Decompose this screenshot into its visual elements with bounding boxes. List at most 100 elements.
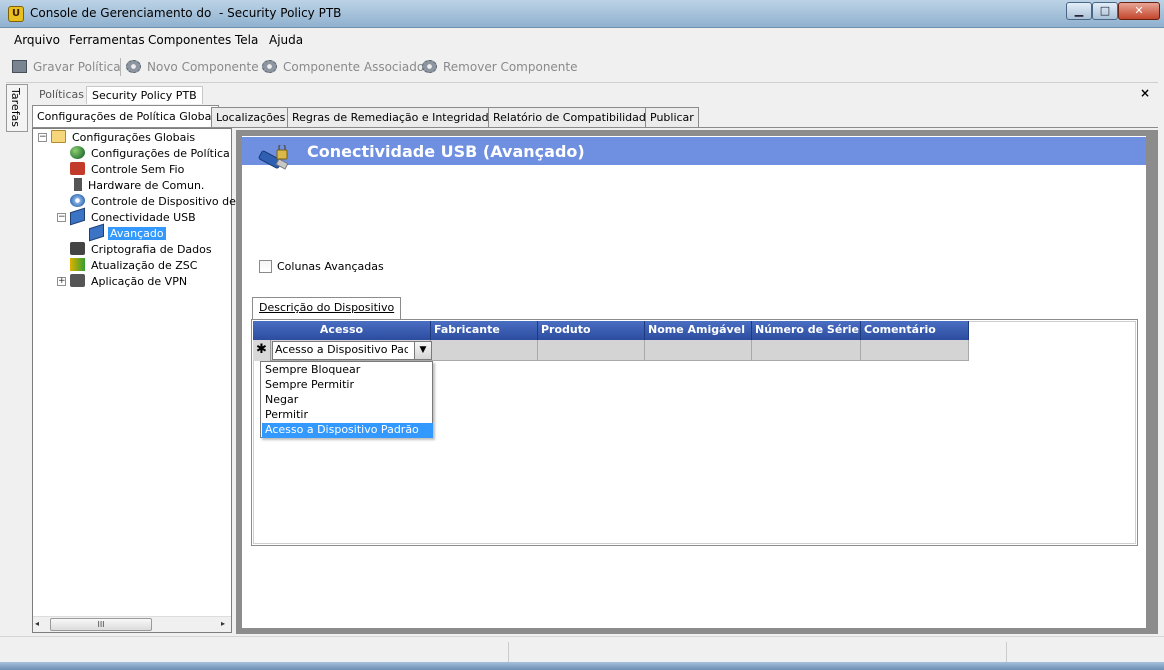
column-header-comment[interactable]: Comentário xyxy=(861,321,969,340)
column-header-product[interactable]: Produto xyxy=(538,321,645,340)
save-policy-button[interactable]: Gravar Política xyxy=(12,60,121,74)
close-document-button[interactable]: × xyxy=(1140,86,1150,100)
tree-item-vpn-enforcement[interactable]: Aplicação de VPN xyxy=(70,274,189,289)
new-row-marker-icon: ✱ xyxy=(253,340,271,361)
menu-bar: Arquivo Ferramentas Componentes Tela Aju… xyxy=(6,29,1158,51)
column-header-friendly-name[interactable]: Nome Amigável xyxy=(645,321,752,340)
toolbar-separator xyxy=(120,58,121,76)
associated-component-label: Componente Associado xyxy=(283,60,425,74)
tree-item-usb-connectivity[interactable]: Conectividade USB xyxy=(70,207,198,226)
scroll-right-arrow-icon[interactable]: ▸ xyxy=(221,619,225,628)
tree-item-label: Hardware de Comun. xyxy=(88,179,205,192)
collapse-toggle[interactable]: − xyxy=(38,133,47,142)
window-title: Console de Gerenciamento do - Security P… xyxy=(30,6,342,20)
doc-tab-policies[interactable]: Políticas xyxy=(34,86,89,104)
tree-item-comm-hardware[interactable]: Hardware de Comun. xyxy=(70,178,206,193)
toolbar: Gravar Política Novo Componente Componen… xyxy=(6,54,578,80)
tab-locations[interactable]: Localizações xyxy=(211,107,291,128)
cell-friendly-name[interactable] xyxy=(645,340,752,361)
tab-device-description[interactable]: Descrição do Dispositivo xyxy=(252,297,402,320)
tree-item-label: Controle Sem Fio xyxy=(91,163,185,176)
tab-device-description-label: Descrição do Dispositivo xyxy=(259,301,395,314)
menu-arquivo[interactable]: Arquivo xyxy=(14,33,60,47)
hardware-icon xyxy=(74,178,82,191)
menu-componentes[interactable]: Componentes xyxy=(148,33,231,47)
chevron-down-icon[interactable]: ▼ xyxy=(414,341,432,360)
gear-icon xyxy=(262,60,277,73)
folder-icon xyxy=(51,130,66,143)
window-bottom-border xyxy=(0,662,1164,670)
tree-item-label: Atualização de ZSC xyxy=(91,259,198,272)
option-deny[interactable]: Negar xyxy=(262,393,433,408)
tree-item-label-selected: Avançado xyxy=(108,227,166,240)
minimize-button[interactable]: ▁ xyxy=(1066,2,1092,20)
grid-header-row: Acesso Fabricante Produto Nome Amigável … xyxy=(253,321,969,340)
tab-remediation-rules[interactable]: Regras de Remediação e Integridade xyxy=(287,107,501,128)
app-icon: U xyxy=(8,6,24,22)
wireless-icon xyxy=(70,162,85,175)
option-always-allow[interactable]: Sempre Permitir xyxy=(262,378,433,393)
column-header-serial-number[interactable]: Número de Série xyxy=(752,321,861,340)
tree-item-label: Configurações de Política xyxy=(91,147,230,160)
scroll-left-arrow-icon[interactable]: ◂ xyxy=(35,619,39,628)
cell-product[interactable] xyxy=(538,340,645,361)
column-header-manufacturer[interactable]: Fabricante xyxy=(431,321,538,340)
menu-ferramentas[interactable]: Ferramentas xyxy=(69,33,145,47)
cell-serial-number[interactable] xyxy=(752,340,861,361)
update-icon xyxy=(70,258,85,271)
tab-global-policy-settings[interactable]: Configurações de Política Global xyxy=(32,105,220,128)
gear-icon xyxy=(126,60,141,73)
tree-root-label: Configurações Globais xyxy=(72,131,196,144)
associated-component-button[interactable]: Componente Associado xyxy=(262,60,424,74)
tree-item-advanced[interactable]: Avançado xyxy=(89,223,166,242)
advanced-columns-label: Colunas Avançadas xyxy=(277,260,384,273)
doc-tab-security-policy[interactable]: Security Policy PTB xyxy=(86,86,203,104)
cell-comment[interactable] xyxy=(861,340,969,361)
tree-item-label: Criptografia de Dados xyxy=(91,243,212,256)
maximize-button[interactable]: □ xyxy=(1092,2,1118,20)
scrollbar-thumb[interactable]: III xyxy=(50,618,152,631)
gear-icon xyxy=(422,60,437,73)
expand-toggle[interactable]: + xyxy=(57,277,66,286)
tree-item-label: Conectividade USB xyxy=(91,211,196,224)
tree-item-wireless-control[interactable]: Controle Sem Fio xyxy=(70,162,186,177)
tree-item-label: Controle de Dispositivo de xyxy=(91,195,236,208)
save-icon xyxy=(12,60,27,73)
section-title: Conectividade USB (Avançado) xyxy=(307,142,585,161)
menu-tela[interactable]: Tela xyxy=(235,33,258,47)
access-dropdown-list: Sempre Bloquear Sempre Permitir Negar Pe… xyxy=(260,361,433,438)
usb-lock-icon xyxy=(258,145,289,170)
save-policy-label: Gravar Política xyxy=(33,60,121,74)
access-combobox-value: Acesso a Dispositivo Padr xyxy=(275,343,408,356)
advanced-columns-checkbox[interactable] xyxy=(259,260,272,273)
tree-item-label: Aplicação de VPN xyxy=(91,275,188,288)
toolbar-divider xyxy=(6,82,1158,83)
tab-publish[interactable]: Publicar xyxy=(645,107,699,128)
new-component-button[interactable]: Novo Componente xyxy=(126,60,259,74)
tree-item-policy-settings[interactable]: Configurações de Política xyxy=(70,146,232,161)
menu-ajuda[interactable]: Ajuda xyxy=(269,33,303,47)
globe-icon xyxy=(70,146,85,159)
encryption-icon xyxy=(70,242,85,255)
close-window-button[interactable]: ✕ xyxy=(1118,2,1160,20)
option-always-block[interactable]: Sempre Bloquear xyxy=(262,363,433,378)
column-header-access[interactable]: Acesso xyxy=(253,321,431,340)
collapse-toggle[interactable]: − xyxy=(57,213,66,222)
tasks-label: Tarefas xyxy=(9,88,22,128)
status-separator xyxy=(508,642,509,662)
remove-component-label: Remover Componente xyxy=(443,60,578,74)
usb-icon xyxy=(89,223,104,242)
tab-compatibility-report[interactable]: Relatório de Compatibilidade xyxy=(488,107,658,128)
option-allow[interactable]: Permitir xyxy=(262,408,433,423)
remove-component-button[interactable]: Remover Componente xyxy=(422,60,578,74)
tree-root[interactable]: Configurações Globais xyxy=(51,130,197,145)
vpn-icon xyxy=(70,274,85,287)
cell-manufacturer[interactable] xyxy=(431,340,538,361)
usb-icon xyxy=(70,207,85,226)
tree-item-device-control[interactable]: Controle de Dispositivo de xyxy=(70,194,238,209)
option-default-device-access[interactable]: Acesso a Dispositivo Padrão xyxy=(262,423,433,438)
new-component-label: Novo Componente xyxy=(147,60,259,74)
tree-item-zsc-update[interactable]: Atualização de ZSC xyxy=(70,258,199,273)
tree-item-data-encryption[interactable]: Criptografia de Dados xyxy=(70,242,214,257)
status-separator xyxy=(1006,642,1007,662)
